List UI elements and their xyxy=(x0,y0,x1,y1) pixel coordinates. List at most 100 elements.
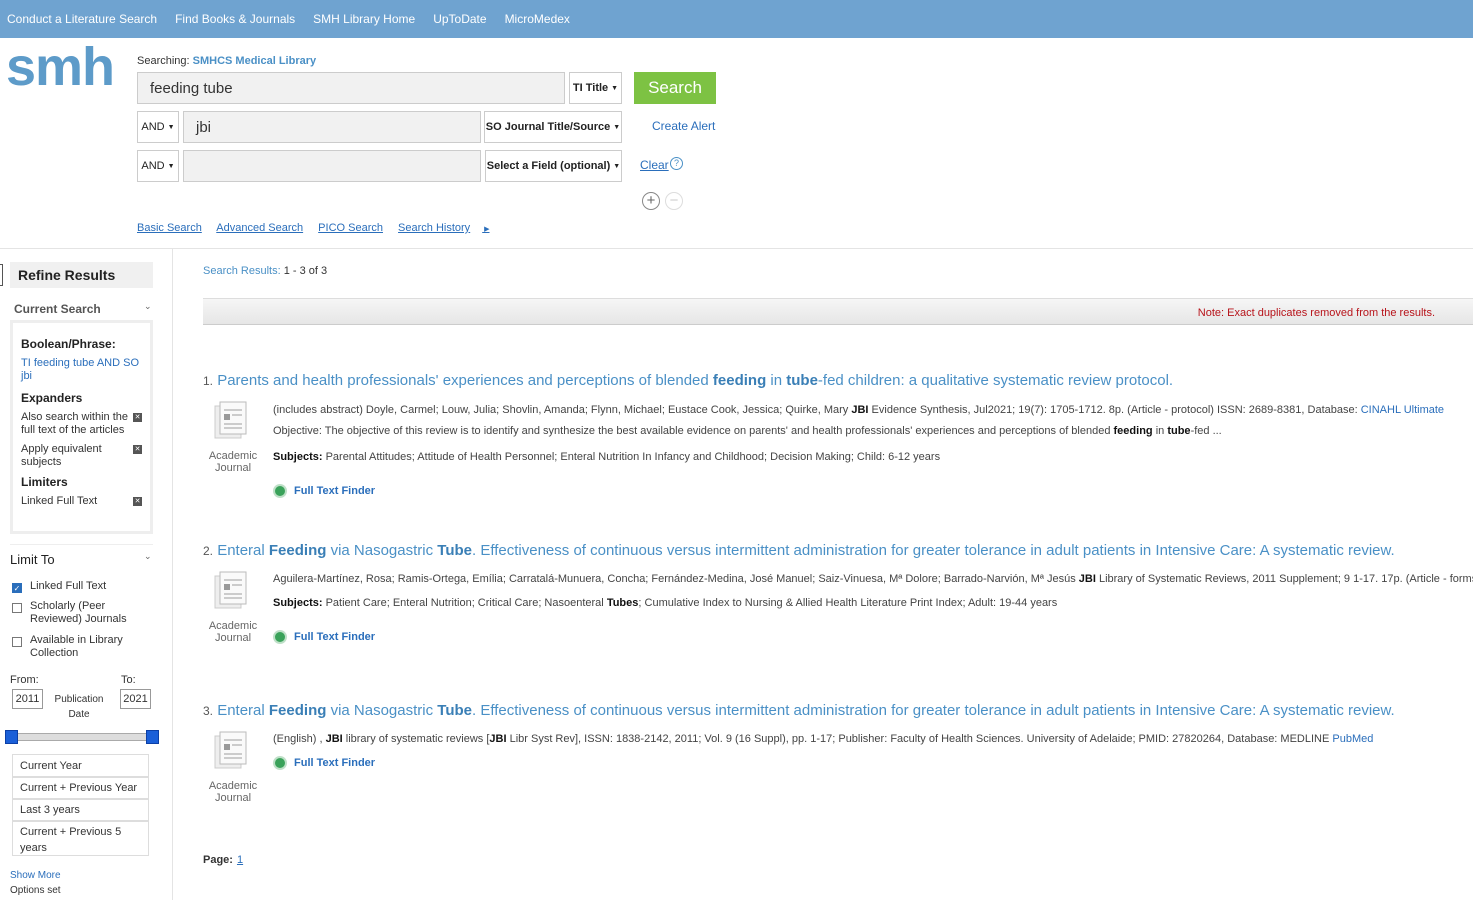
document-icon[interactable] xyxy=(211,730,251,770)
date-option[interactable]: Current + Previous 5 years xyxy=(12,820,149,856)
field-select-1-label: TI Title xyxy=(572,82,609,94)
date-slider-min-handle[interactable] xyxy=(5,730,18,744)
search-input-3[interactable] xyxy=(183,150,481,182)
search-input-1[interactable]: feeding tube xyxy=(137,72,565,104)
search-history-label: Search History xyxy=(398,222,471,234)
detail-segment: ; Cumulative Index to Nursing & Allied H… xyxy=(638,597,1058,609)
database-link[interactable]: PubMed xyxy=(1332,733,1373,745)
bool-select-3[interactable]: AND ▼ xyxy=(137,150,179,182)
bool-label: AND xyxy=(141,121,165,133)
chevron-down-icon: ▼ xyxy=(167,123,175,131)
field-select-1[interactable]: TI Title ▼ xyxy=(569,72,622,104)
detail-segment: (includes abstract) Doyle, Carmel; Louw,… xyxy=(273,404,852,416)
advanced-search-link[interactable]: Advanced Search xyxy=(216,222,303,234)
search-input-2[interactable]: jbi xyxy=(183,111,481,143)
detail-segment: Library of Systematic Reviews, 2011 Supp… xyxy=(1098,573,1473,585)
limiter-item: Linked Full Text ✕ xyxy=(21,495,142,508)
page-link[interactable]: 1 xyxy=(237,854,243,866)
field-select-3[interactable]: Select a Field (optional) ▼ xyxy=(485,150,622,182)
database-link[interactable]: CINAHL Ultimate xyxy=(1361,404,1444,416)
title-segment: Enteral xyxy=(217,702,269,719)
title-segment: Enteral xyxy=(217,542,269,559)
full-text-finder-link[interactable]: Full Text Finder xyxy=(273,630,375,644)
nav-library-home[interactable]: SMH Library Home xyxy=(313,12,415,26)
basic-search-link[interactable]: Basic Search xyxy=(137,222,202,234)
document-icon[interactable] xyxy=(211,400,251,440)
checkbox-label: Available in Library Collection xyxy=(30,634,123,659)
title-segment: . Effectiveness of continuous versus int… xyxy=(472,702,1395,719)
checkbox-icon[interactable] xyxy=(12,603,22,613)
checkbox-icon[interactable] xyxy=(12,637,22,647)
detail-segment: JBI xyxy=(851,404,869,416)
nav-micromedex[interactable]: MicroMedex xyxy=(505,12,570,26)
boolean-value-link[interactable]: TI feeding tube AND SO jbi xyxy=(21,357,142,383)
date-slider-max-handle[interactable] xyxy=(146,730,159,744)
result-number: 3. xyxy=(203,704,214,718)
remove-icon[interactable]: ✕ xyxy=(133,497,142,506)
limiters-label: Limiters xyxy=(21,475,68,489)
nav-literature-search[interactable]: Conduct a Literature Search xyxy=(7,12,157,26)
title-segment: tube xyxy=(786,372,818,389)
search-history-link[interactable]: Search History ▶ xyxy=(398,222,501,234)
date-option[interactable]: Current Year xyxy=(12,754,149,778)
result-title[interactable]: 3. Enteral Feeding via Nasogastric Tube.… xyxy=(203,702,1473,719)
title-segment: . Effectiveness of continuous versus int… xyxy=(472,542,1395,559)
title-segment: in xyxy=(766,372,787,389)
sidebar-toggle[interactable] xyxy=(0,264,3,286)
expander-label: Apply equivalent subjects xyxy=(21,443,102,468)
full-text-finder-link[interactable]: Full Text Finder xyxy=(273,484,375,498)
create-alert-link[interactable]: Create Alert xyxy=(652,119,715,133)
full-text-finder-icon xyxy=(273,756,287,770)
search-button[interactable]: Search xyxy=(634,72,716,104)
result-title[interactable]: 1. Parents and health professionals' exp… xyxy=(203,372,1473,389)
logo[interactable]: smh xyxy=(6,36,115,98)
checkbox-checked-icon[interactable]: ✓ xyxy=(12,583,22,593)
remove-row-icon[interactable]: − xyxy=(665,192,683,210)
detail-segment: JBI xyxy=(1078,573,1096,585)
detail-segment: -fed ... xyxy=(1190,425,1222,437)
chevron-down-icon[interactable]: ⌄ xyxy=(144,301,152,312)
checkbox-label: Scholarly (Peer Reviewed) Journals xyxy=(30,600,127,625)
nav-uptodate[interactable]: UpToDate xyxy=(433,12,486,26)
searching-label: Searching: SMHCS Medical Library xyxy=(137,55,316,67)
from-year-input[interactable]: 2011 xyxy=(12,689,43,709)
add-row-icon[interactable]: + xyxy=(642,192,660,210)
limit-to-heading[interactable]: Limit To xyxy=(10,552,55,567)
clear-link[interactable]: Clear xyxy=(640,158,669,172)
remove-icon[interactable]: ✕ xyxy=(133,413,142,422)
nav-find-books[interactable]: Find Books & Journals xyxy=(175,12,295,26)
expander-label: Also search within the full text of the … xyxy=(21,411,128,436)
date-option[interactable]: Last 3 years xyxy=(12,798,149,822)
pico-search-link[interactable]: PICO Search xyxy=(318,222,383,234)
help-icon[interactable]: ? xyxy=(670,157,683,170)
current-search-heading[interactable]: Current Search xyxy=(14,302,101,316)
bool-select-2[interactable]: AND ▼ xyxy=(137,111,179,143)
checkbox-label: Linked Full Text xyxy=(30,580,107,592)
detail-segment: tube xyxy=(1167,425,1191,437)
searching-text: Searching: xyxy=(137,55,190,67)
checkbox-library-collection[interactable]: Available in Library Collection xyxy=(12,634,132,660)
chevron-down-icon[interactable]: ⌄ xyxy=(144,551,152,562)
expanders-label: Expanders xyxy=(21,391,83,405)
result-title[interactable]: 2. Enteral Feeding via Nasogastric Tube.… xyxy=(203,542,1473,559)
detail-segment: JBI xyxy=(489,733,507,745)
results-count-value: 1 - 3 of 3 xyxy=(283,265,328,277)
full-text-finder-link[interactable]: Full Text Finder xyxy=(273,756,375,770)
field-select-2-label: SO Journal Title/Source xyxy=(485,121,611,133)
title-segment: Tube xyxy=(437,542,472,559)
document-icon[interactable] xyxy=(211,570,251,610)
remove-icon[interactable]: ✕ xyxy=(133,445,142,454)
date-slider-track[interactable] xyxy=(10,733,155,741)
checkbox-scholarly[interactable]: Scholarly (Peer Reviewed) Journals xyxy=(12,600,157,626)
show-more-link[interactable]: Show More xyxy=(10,870,61,881)
to-year-input[interactable]: 2021 xyxy=(120,689,151,709)
detail-segment: Evidence Synthesis, Jul2021; 19(7): 1705… xyxy=(868,404,1361,416)
expander-item: Also search within the full text of the … xyxy=(21,411,142,437)
checkbox-linked-full-text[interactable]: ✓ Linked Full Text xyxy=(12,580,106,593)
results-count: Search Results: 1 - 3 of 3 xyxy=(203,265,327,277)
title-segment: feeding xyxy=(712,372,767,389)
database-name[interactable]: SMHCS Medical Library xyxy=(193,55,316,67)
top-nav: Conduct a Literature Search Find Books &… xyxy=(0,0,1473,38)
field-select-2[interactable]: SO Journal Title/Source ▼ xyxy=(484,111,622,143)
date-option[interactable]: Current + Previous Year xyxy=(12,776,149,800)
